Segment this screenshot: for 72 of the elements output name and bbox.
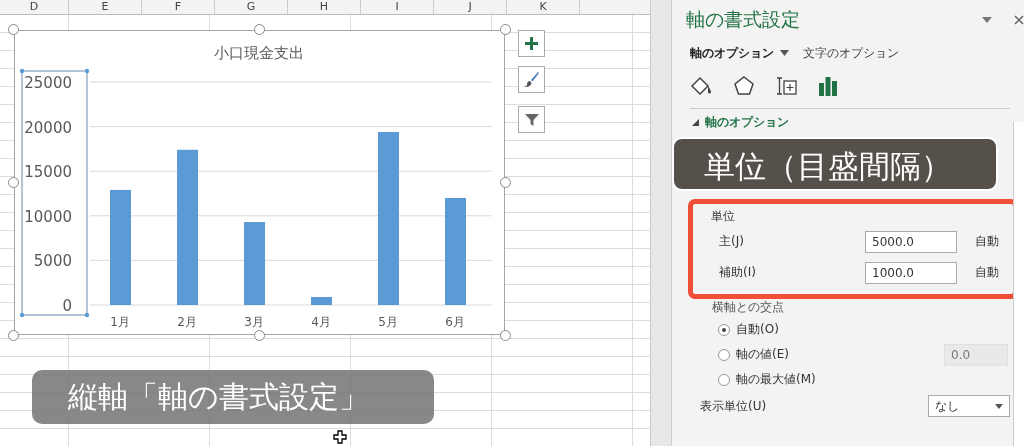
chart-style-button[interactable] [518,66,545,93]
axis-category-label: 3月 [244,315,264,329]
input-field[interactable]: 0.0 [944,343,1008,366]
field-label: 主(J) [718,233,745,250]
axis-tick-label: 5000 [33,252,72,271]
axis-category-label: 2月 [177,315,197,329]
resize-handle[interactable] [500,24,511,35]
radio-label[interactable]: 自動(O) [736,321,779,338]
axis-category-label: 1月 [110,315,130,329]
options-tab[interactable]: 軸のオプション [690,44,789,62]
group-label: 単位 [711,208,736,225]
axis-selection-frame[interactable] [19,68,90,318]
resize-handle[interactable] [500,330,511,341]
caret-icon[interactable] [780,50,789,56]
axis-tick-label: 0 [62,297,72,315]
chart-filter-button[interactable] [518,106,545,133]
column-header[interactable]: E [69,0,142,14]
field-label: 補助(I) [718,264,757,281]
column-header[interactable]: G [215,0,288,14]
column-header[interactable]: F [142,0,215,14]
column-header[interactable]: I [361,0,434,14]
field-label: 表示単位(U) [700,397,768,415]
axis-tick-label: 10000 [24,207,72,226]
column-header[interactable]: J [434,0,507,14]
size-properties-icon[interactable] [774,75,798,97]
close-icon[interactable] [1014,15,1024,25]
radio-button[interactable] [718,373,730,386]
axis-category-label: 6月 [445,315,465,329]
section-header[interactable]: 軸のオプション [705,113,789,131]
chart-area[interactable]: 小口現金支出 0 5000 10000 15000 20000 25000 1月 2月 3月 4月 5月 6月 [14,30,505,335]
caption-overlay: 単位（目盛間隔） [672,137,998,191]
chart-title: 小口現金支出 [214,44,304,62]
plus-icon [524,36,539,51]
collapse-triangle-icon[interactable] [692,118,699,126]
reset-link[interactable]: 自動 [975,264,999,281]
pentagon-icon[interactable] [732,75,756,97]
radio-label[interactable]: 軸の最大値(M) [736,371,816,388]
dropdown-caret-icon[interactable] [982,17,992,23]
radio-button[interactable] [718,348,730,361]
axis-tick-label: 20000 [24,118,72,137]
paint-bucket-icon[interactable] [690,75,714,97]
group-label: 横軸との交点 [711,299,785,316]
column-header[interactable]: D [0,0,69,14]
add-element-button[interactable] [518,30,545,57]
resize-handle[interactable] [254,24,265,35]
pane-scrollbar[interactable] [1013,122,1024,446]
resize-handle[interactable] [8,177,19,188]
filter-icon [523,111,540,128]
resize-handle[interactable] [254,330,265,341]
bar-chart-icon[interactable] [816,75,840,97]
axis-category-label: 4月 [311,315,331,329]
resize-handle[interactable] [500,177,511,188]
input-field[interactable]: 1000.0 [865,261,957,284]
radio-button[interactable] [718,323,730,336]
brush-icon [523,71,540,88]
dropdown[interactable]: なし [928,395,1010,417]
pane-title: 軸の書式設定 [686,7,801,32]
column-header[interactable]: H [288,0,361,14]
axis-tick-label: 15000 [24,163,72,182]
input-field[interactable]: 5000.0 [865,230,957,253]
reset-link[interactable]: 自動 [975,233,999,250]
caption-overlay: 縦軸「軸の書式設定」 [32,370,434,424]
axis-tick-label: 25000 [24,74,72,92]
caret-icon [995,403,1003,409]
axis-category-label: 5月 [378,315,398,329]
sheet-scrollbar[interactable] [650,0,672,446]
resize-handle[interactable] [8,330,19,341]
options-tab[interactable]: 文字のオプション [803,44,899,62]
resize-handle[interactable] [8,24,19,35]
column-header[interactable]: K [507,0,580,14]
bar [311,296,332,305]
radio-label[interactable]: 軸の値(E) [736,346,789,363]
